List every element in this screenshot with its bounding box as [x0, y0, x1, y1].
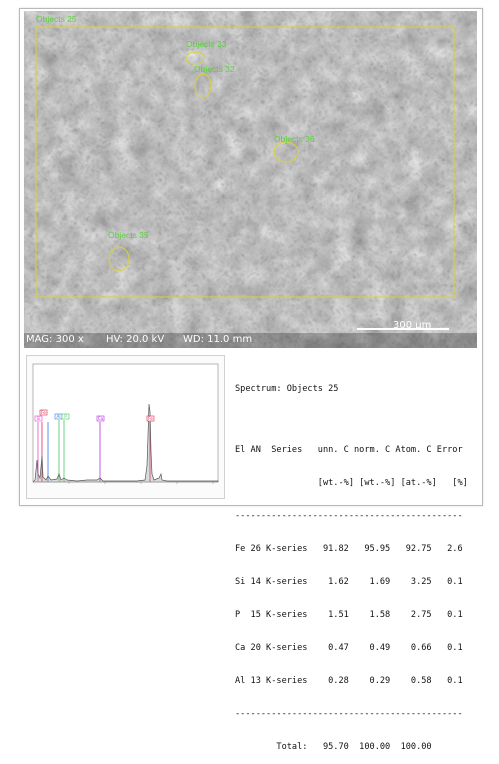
table-units: [wt.-%] [wt.-%] [at.-%] [%] — [235, 478, 468, 488]
region-label: Objects 36 — [274, 134, 315, 144]
peak-label: Al — [56, 414, 60, 419]
sem-micrograph: Objects 25 Objects 33 Objects 32 Objects… — [24, 11, 477, 348]
peak-label: Ca — [98, 416, 104, 421]
peak-label: Si — [37, 416, 41, 421]
table-separator: ----------------------------------------… — [235, 511, 463, 521]
objects-label: Objects 25 — [36, 14, 77, 24]
high-voltage-readout: HV: 20.0 kV — [106, 334, 165, 345]
spectrum-table: Spectrum: Objects 25 El AN Series unn. C… — [235, 362, 479, 764]
table-row: Si 14 K-series 1.62 1.69 3.25 0.1 — [235, 577, 463, 587]
region-label: Objects 35 — [108, 230, 149, 240]
table-row: P 15 K-series 1.51 1.58 2.75 0.1 — [235, 610, 463, 620]
table-header: El AN Series unn. C norm. C Atom. C Erro… — [235, 445, 463, 455]
magnification-readout: MAG: 300 x — [26, 334, 84, 345]
table-row: Fe 26 K-series 91.82 95.95 92.75 2.6 — [235, 544, 463, 554]
region-label: Objects 33 — [186, 39, 227, 49]
region-label: Objects 32 — [194, 64, 235, 74]
working-distance-readout: WD: 11.0 mm — [183, 334, 253, 345]
table-separator: ----------------------------------------… — [235, 709, 463, 719]
scale-bar-label: 300 µm — [393, 320, 432, 331]
table-row: Al 13 K-series 0.28 0.29 0.58 0.1 — [235, 676, 463, 686]
table-total: Total: 95.70 100.00 100.00 — [235, 742, 432, 752]
table-row: Ca 20 K-series 0.47 0.49 0.66 0.1 — [235, 643, 463, 653]
peak-label: Fe — [41, 410, 46, 415]
peak-label: Fe — [148, 416, 153, 421]
spectrum-title: Spectrum: Objects 25 — [235, 384, 339, 394]
eds-spectrum-plot: Si Fe Al P Ca Fe — [26, 355, 225, 499]
